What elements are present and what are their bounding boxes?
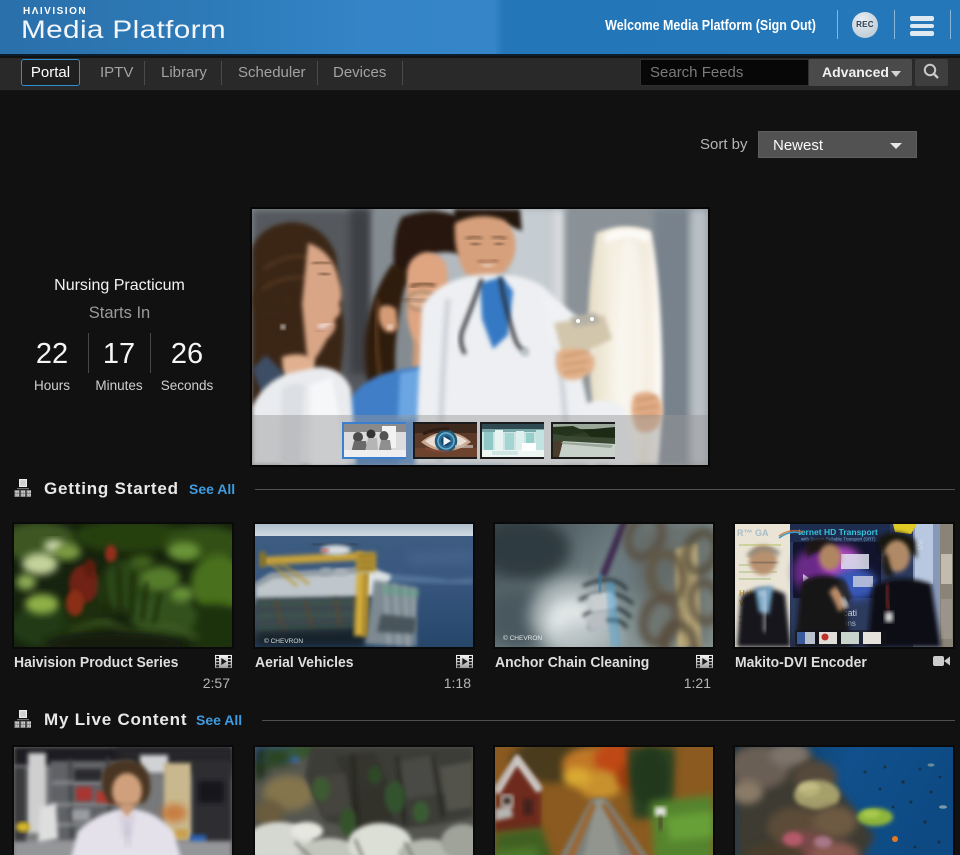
svg-text:ternet HD Transport: ternet HD Transport xyxy=(798,527,878,537)
svg-text:IVI: IVI xyxy=(915,540,924,550)
svg-text:© CHEVRON: © CHEVRON xyxy=(264,637,303,645)
svg-text:© CHEVRON: © CHEVRON xyxy=(503,634,542,642)
svg-text:R™ GA: R™ GA xyxy=(737,528,769,538)
